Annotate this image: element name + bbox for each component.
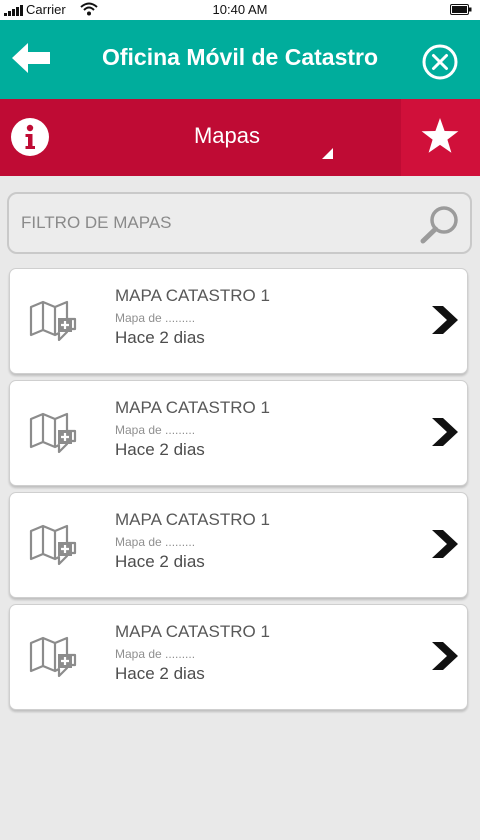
section-dropdown[interactable]: Mapas — [62, 123, 392, 149]
search-bar — [7, 192, 472, 254]
chevron-right-icon — [432, 642, 458, 670]
clock: 10:40 AM — [212, 2, 268, 17]
favorites-button[interactable] — [401, 99, 480, 176]
map-title: MAPA CATASTRO 1 — [115, 622, 270, 641]
page-title: Oficina Móvil de Catastro — [101, 44, 379, 70]
chevron-right-icon — [432, 530, 458, 558]
map-time: Hace 2 dias — [115, 328, 205, 347]
map-title: MAPA CATASTRO 1 — [115, 510, 270, 529]
map-time: Hace 2 dias — [115, 552, 205, 571]
app-header: Oficina Móvil de Catastro — [0, 20, 480, 99]
map-list-item[interactable]: MAPA CATASTRO 1 Mapa de ......... Hace 2… — [9, 492, 468, 598]
battery-icon — [450, 4, 472, 15]
search-input[interactable] — [21, 206, 411, 240]
map-time: Hace 2 dias — [115, 440, 205, 459]
back-button[interactable] — [10, 40, 52, 76]
map-time: Hace 2 dias — [115, 664, 205, 683]
close-circle-icon — [422, 44, 458, 80]
map-list-item[interactable]: MAPA CATASTRO 1 Mapa de ......... Hace 2… — [9, 604, 468, 710]
info-icon — [11, 118, 49, 156]
chevron-right-icon — [432, 418, 458, 446]
status-bar: Carrier 10:40 AM — [0, 0, 480, 20]
close-button[interactable] — [422, 44, 458, 80]
section-bar: Mapas — [0, 99, 480, 176]
info-button[interactable] — [11, 118, 49, 156]
map-add-icon — [29, 300, 77, 341]
map-subtitle: Mapa de ......... — [115, 535, 196, 549]
map-add-icon — [29, 524, 77, 565]
map-list-item[interactable]: MAPA CATASTRO 1 Mapa de ......... Hace 2… — [9, 380, 468, 486]
map-add-icon — [29, 636, 77, 677]
search-icon[interactable] — [419, 204, 461, 244]
map-subtitle: Mapa de ......... — [115, 423, 196, 437]
chevron-right-icon — [432, 306, 458, 334]
arrow-left-icon — [12, 43, 50, 73]
star-icon — [421, 118, 459, 153]
dropdown-triangle-icon — [322, 148, 333, 159]
map-add-icon — [29, 412, 77, 453]
map-subtitle: Mapa de ......... — [115, 311, 196, 325]
map-list: MAPA CATASTRO 1 Mapa de ......... Hace 2… — [9, 268, 469, 716]
map-list-item[interactable]: MAPA CATASTRO 1 Mapa de ......... Hace 2… — [9, 268, 468, 374]
map-title: MAPA CATASTRO 1 — [115, 286, 270, 305]
map-title: MAPA CATASTRO 1 — [115, 398, 270, 417]
map-subtitle: Mapa de ......... — [115, 647, 196, 661]
